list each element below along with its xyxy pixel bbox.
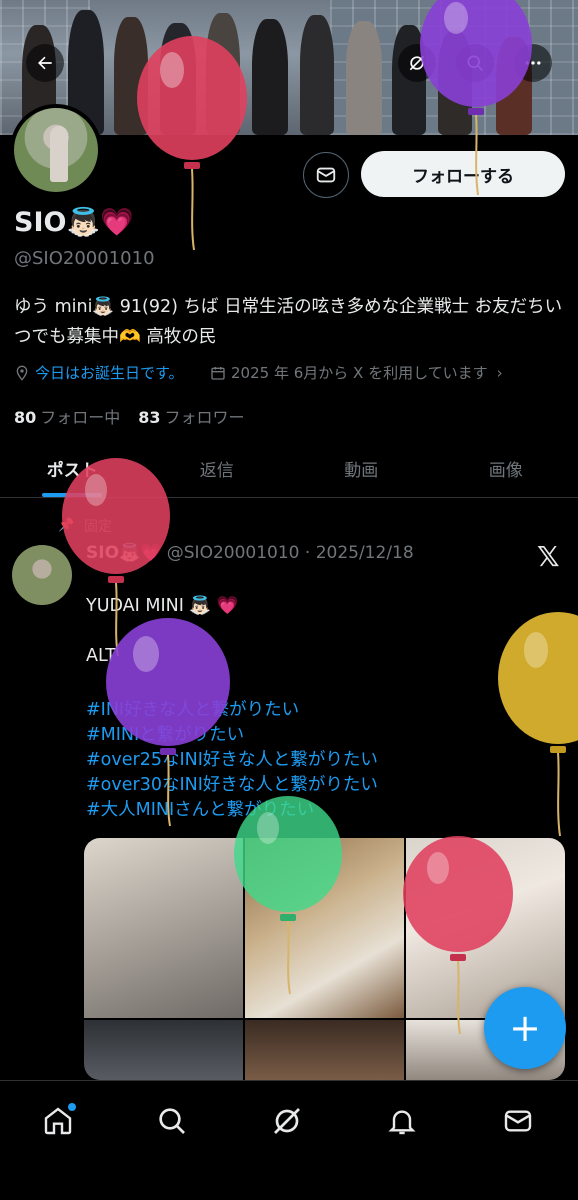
compose-button[interactable]: + (484, 987, 566, 1069)
profile-handle: @SIO20001010 (14, 248, 155, 269)
back-button[interactable] (26, 44, 64, 82)
bell-icon (388, 1110, 416, 1135)
birthday-info[interactable]: 今日はお誕生日です。 (14, 362, 184, 383)
search-icon (467, 55, 484, 72)
post-author-name[interactable]: SIO👼🏻💗 (86, 543, 161, 563)
grok-button[interactable] (398, 44, 436, 82)
joined-info[interactable]: 2025 年 6月から X を利用しています › (210, 362, 503, 383)
post-avatar[interactable] (12, 545, 72, 605)
calendar-icon (211, 366, 225, 380)
search-button[interactable] (456, 44, 494, 82)
tab-videos[interactable]: 動画 (289, 440, 434, 497)
followers-count: 83 (138, 408, 161, 427)
hashtag-link[interactable]: #INI好きな人と繋がりたい (86, 698, 378, 723)
post-hashtags: #INI好きな人と繋がりたい #MINIと繋がりたい #over25なINI好き… (86, 698, 378, 823)
bottom-nav (0, 1080, 578, 1200)
nav-search[interactable] (152, 1101, 192, 1141)
nav-grok[interactable] (267, 1101, 307, 1141)
more-icon (525, 61, 541, 65)
grok-icon (409, 55, 425, 71)
banner-person (160, 23, 196, 135)
x-logo-icon: 𝕏 (537, 540, 560, 573)
envelope-icon (316, 167, 336, 183)
post-line: ALT (86, 646, 117, 666)
pin-icon: 📌 (58, 518, 75, 533)
followers-stat[interactable]: 83 フォロワー (138, 404, 244, 428)
banner-person (206, 13, 240, 135)
following-stat[interactable]: 80 フォロー中 (14, 404, 120, 428)
hashtag-link[interactable]: #MINIと繋がりたい (86, 723, 378, 748)
followers-label: フォロワー (164, 408, 245, 427)
more-button[interactable] (514, 44, 552, 82)
joined-text: 2025 年 6月から X を利用しています (231, 364, 488, 382)
banner-person (114, 17, 148, 135)
banner-person (300, 15, 334, 135)
tab-replies[interactable]: 返信 (145, 440, 290, 497)
profile-name: SIO👼🏻💗 (14, 207, 134, 238)
following-label: フォロー中 (40, 408, 121, 427)
post-meta: @SIO20001010 · 2025/12/18 (166, 543, 414, 563)
plus-icon: + (509, 1006, 541, 1050)
notification-dot (68, 1103, 76, 1111)
birthday-text[interactable]: 今日はお誕生日です。 (35, 362, 184, 383)
tab-posts[interactable]: ポスト (0, 440, 145, 497)
search-icon (159, 1108, 185, 1134)
grok-icon (274, 1108, 300, 1134)
banner-person (252, 19, 288, 135)
post-header: SIO👼🏻💗 @SIO20001010 · 2025/12/18 (86, 543, 414, 563)
chevron-right-icon: › (496, 363, 503, 382)
hashtag-link[interactable]: #over25なINI好きな人と繋がりたい (86, 748, 378, 773)
location-pin-icon (16, 365, 28, 381)
following-count: 80 (14, 408, 37, 427)
pinned-label: 固定 (84, 519, 112, 535)
media-image[interactable] (84, 1020, 243, 1080)
follow-button[interactable]: フォローする (361, 151, 565, 197)
message-button[interactable] (303, 152, 349, 198)
hashtag-link[interactable]: #大人MINIさんと繋がりたい (86, 798, 378, 823)
avatar-figure (50, 126, 68, 182)
post-line: YUDAI MINI 👼🏻 💗 (86, 596, 239, 616)
media-image[interactable] (84, 838, 243, 1018)
banner-person (346, 21, 382, 135)
post-text: YUDAI MINI 👼🏻 💗 ALT (86, 594, 239, 669)
media-image[interactable] (245, 838, 404, 1018)
tab-images[interactable]: 画像 (434, 440, 578, 497)
hashtag-link[interactable]: #over30なINI好きな人と繋がりたい (86, 773, 378, 798)
media-image[interactable] (245, 1020, 404, 1080)
envelope-icon (504, 1110, 532, 1132)
arrow-left-icon (38, 56, 52, 70)
nav-notifications[interactable] (382, 1101, 422, 1141)
profile-tabs: ポスト 返信 動画 画像 (0, 440, 578, 498)
nav-home[interactable] (38, 1101, 78, 1141)
profile-avatar[interactable] (10, 104, 102, 196)
profile-bio: ゆう mini👼🏻 91(92) ちば 日常生活の呟き多めな企業戦士 お友だちい… (14, 297, 563, 347)
nav-messages[interactable] (498, 1101, 538, 1141)
balloon-decoration (498, 612, 578, 837)
follow-stats: 80 フォロー中 83 フォロワー (14, 404, 245, 428)
